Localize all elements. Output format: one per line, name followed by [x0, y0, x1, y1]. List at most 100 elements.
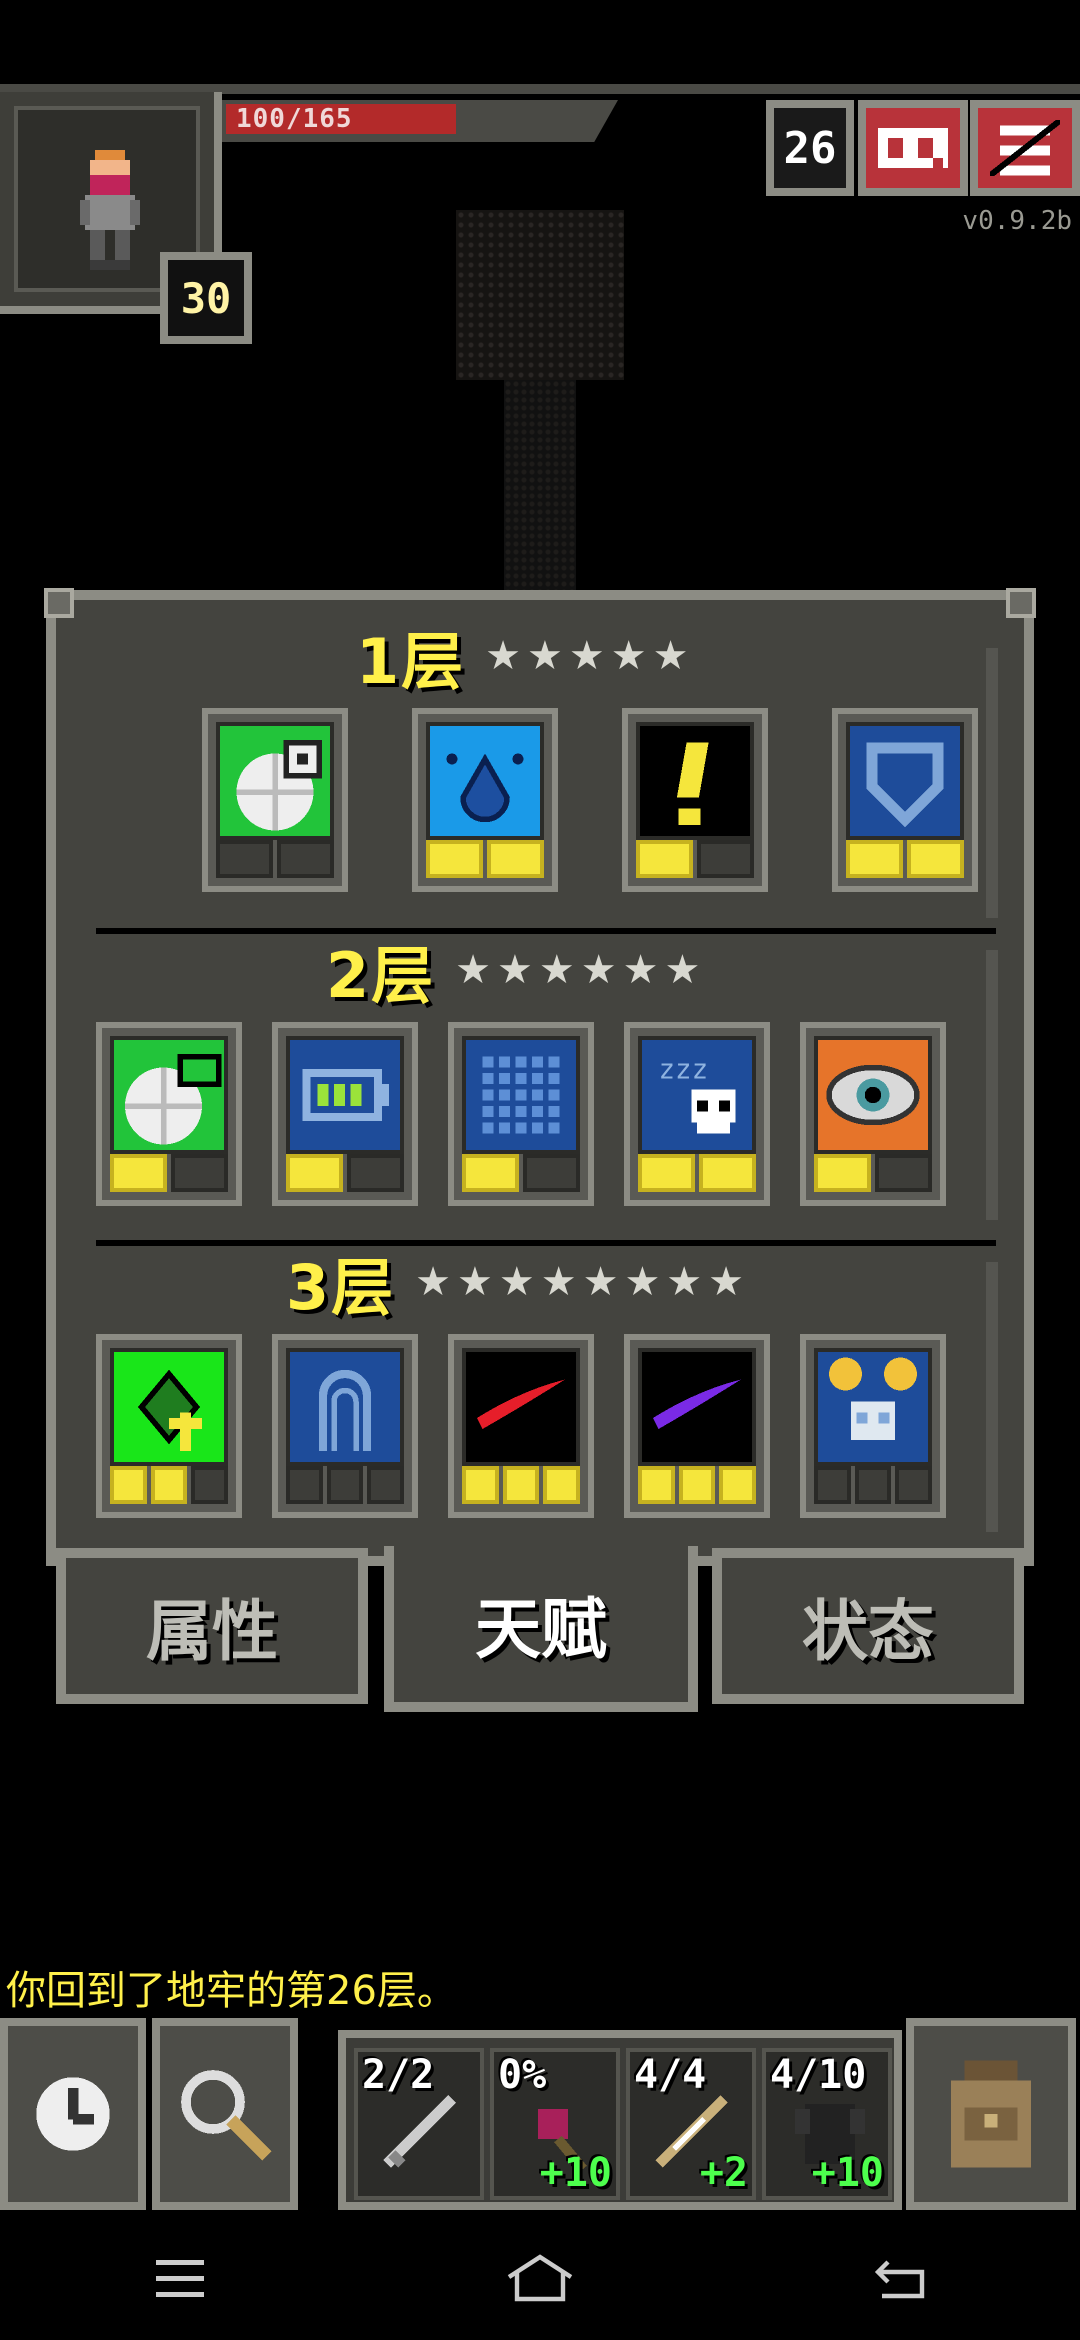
journal-button[interactable]: [858, 100, 968, 196]
talent-point-empty: [895, 1466, 933, 1504]
talent-point-filled: [636, 840, 693, 878]
nav-menu-button[interactable]: [120, 2228, 240, 2328]
talent-point-empty: [216, 840, 273, 878]
water-drop-icon: [426, 722, 544, 840]
tier-stars: ★★★★★★: [455, 947, 707, 993]
talent-points: [462, 1154, 580, 1192]
talent-point-empty: [347, 1154, 404, 1192]
window-corner: [1006, 588, 1036, 618]
talent-point-filled: [846, 840, 903, 878]
quickslot[interactable]: 0% +10: [490, 2048, 620, 2200]
talent-points: [846, 840, 964, 878]
talent-point-filled: [150, 1466, 188, 1504]
exclamation-icon: [636, 722, 754, 840]
talent-point-filled: [110, 1466, 147, 1504]
tab-stats[interactable]: 属性: [56, 1548, 368, 1704]
ghost-outline-icon: [286, 1348, 404, 1466]
quickslot-charges: 0%: [498, 2052, 547, 2098]
talent-point-empty: [697, 840, 754, 878]
quickslot[interactable]: 4/10 +10: [762, 2048, 892, 2200]
talent-point-filled: [462, 1466, 499, 1504]
talent-points: [216, 840, 334, 878]
backpack-icon: [951, 2060, 1031, 2168]
quickslot-bar: 2/2 0% +10 4/4 +2 4/10 +10: [338, 2030, 902, 2210]
talent-point-empty: [191, 1466, 229, 1504]
talent-slot[interactable]: [448, 1334, 594, 1518]
talent-point-empty: [277, 840, 334, 878]
quickslot[interactable]: 4/4 +2: [626, 2048, 756, 2200]
tier-title: 2层: [326, 939, 436, 1012]
talent-slot[interactable]: [800, 1022, 946, 1206]
version-label: v0.9.2b: [962, 206, 1072, 236]
talent-points: [286, 1154, 404, 1192]
quickslot[interactable]: 2/2: [354, 2048, 484, 2200]
talent-slot[interactable]: [800, 1334, 946, 1518]
talent-point-filled: [719, 1466, 757, 1504]
wait-button[interactable]: [0, 2018, 146, 2210]
purple-slash-icon: [638, 1348, 756, 1466]
talent-slot[interactable]: [202, 708, 348, 892]
hp-text: 100/165: [236, 104, 353, 134]
talent-point-filled: [286, 1154, 343, 1192]
magnifier-icon: [181, 2070, 272, 2161]
tier-header: 3层 ★★★★★★★★: [286, 1246, 751, 1324]
skull-coins-icon: [814, 1348, 932, 1466]
talent-points: [110, 1154, 228, 1192]
tree-trunk: [504, 380, 576, 590]
menu-lines-icon: [156, 2260, 204, 2297]
talent-point-empty: [171, 1154, 228, 1192]
talent-point-empty: [814, 1466, 851, 1504]
talent-points: [286, 1466, 405, 1504]
shield-icon: [846, 722, 964, 840]
back-icon: [874, 2260, 925, 2299]
talent-points: [636, 840, 754, 878]
talent-slot[interactable]: [96, 1022, 242, 1206]
talent-point-filled: [462, 1154, 519, 1192]
journal-icon: [878, 128, 948, 168]
talent-slot[interactable]: [272, 1334, 418, 1518]
talent-slot[interactable]: [832, 708, 978, 892]
quickslot-upgrade: +2: [699, 2150, 748, 2196]
talent-point-empty: [523, 1154, 580, 1192]
depth-indicator[interactable]: 26: [766, 100, 854, 196]
tier-header: 2层 ★★★★★★: [326, 934, 707, 1012]
nav-back-button[interactable]: [840, 2228, 960, 2328]
talent-points: [814, 1154, 932, 1192]
backpack-button[interactable]: [906, 2018, 1076, 2210]
hearty-meal-icon: [216, 722, 334, 840]
quickslot-charges: 4/10: [770, 2052, 867, 2098]
talent-slot[interactable]: [624, 1334, 770, 1518]
system-nav-bar: [0, 2216, 1080, 2340]
quickslot-upgrade: +10: [539, 2150, 612, 2196]
game-log-message: 你回到了地牢的第26层。: [6, 1968, 457, 2014]
talent-points: [638, 1154, 756, 1192]
battery-icon: [286, 1036, 404, 1154]
tab-talents[interactable]: 天赋: [384, 1546, 698, 1712]
search-button[interactable]: [152, 2018, 298, 2210]
talent-slot[interactable]: [412, 708, 558, 892]
game-menu-button[interactable]: [970, 100, 1080, 196]
red-slash-icon: [462, 1348, 580, 1466]
talent-point-filled: [543, 1466, 581, 1504]
talent-points: [814, 1466, 933, 1504]
talent-slot[interactable]: zzz: [624, 1022, 770, 1206]
talent-window: 1层 ★★★★★ 2层 ★★★★★★ zzz 3层 ★★★★★★★★: [44, 588, 1036, 1566]
talent-point-filled: [426, 840, 483, 878]
talent-point-filled: [699, 1154, 756, 1192]
home-icon: [507, 2254, 573, 2302]
window-corner: [44, 588, 74, 618]
talent-slot[interactable]: [448, 1022, 594, 1206]
leaf-arrow-icon: [110, 1348, 228, 1466]
talent-point-empty: [367, 1466, 405, 1504]
nav-home-button[interactable]: [480, 2228, 600, 2328]
tree-canopy: [456, 210, 624, 380]
svg-text:zzz: zzz: [659, 1054, 709, 1086]
talent-slot[interactable]: [622, 708, 768, 892]
talent-point-filled: [487, 840, 544, 878]
talent-point-empty: [854, 1466, 892, 1504]
talent-point-empty: [286, 1466, 323, 1504]
tab-buffs[interactable]: 状态: [712, 1548, 1024, 1704]
talent-slot[interactable]: [96, 1334, 242, 1518]
talent-slot[interactable]: [272, 1022, 418, 1206]
tier-stars: ★★★★★★★★: [415, 1259, 751, 1305]
